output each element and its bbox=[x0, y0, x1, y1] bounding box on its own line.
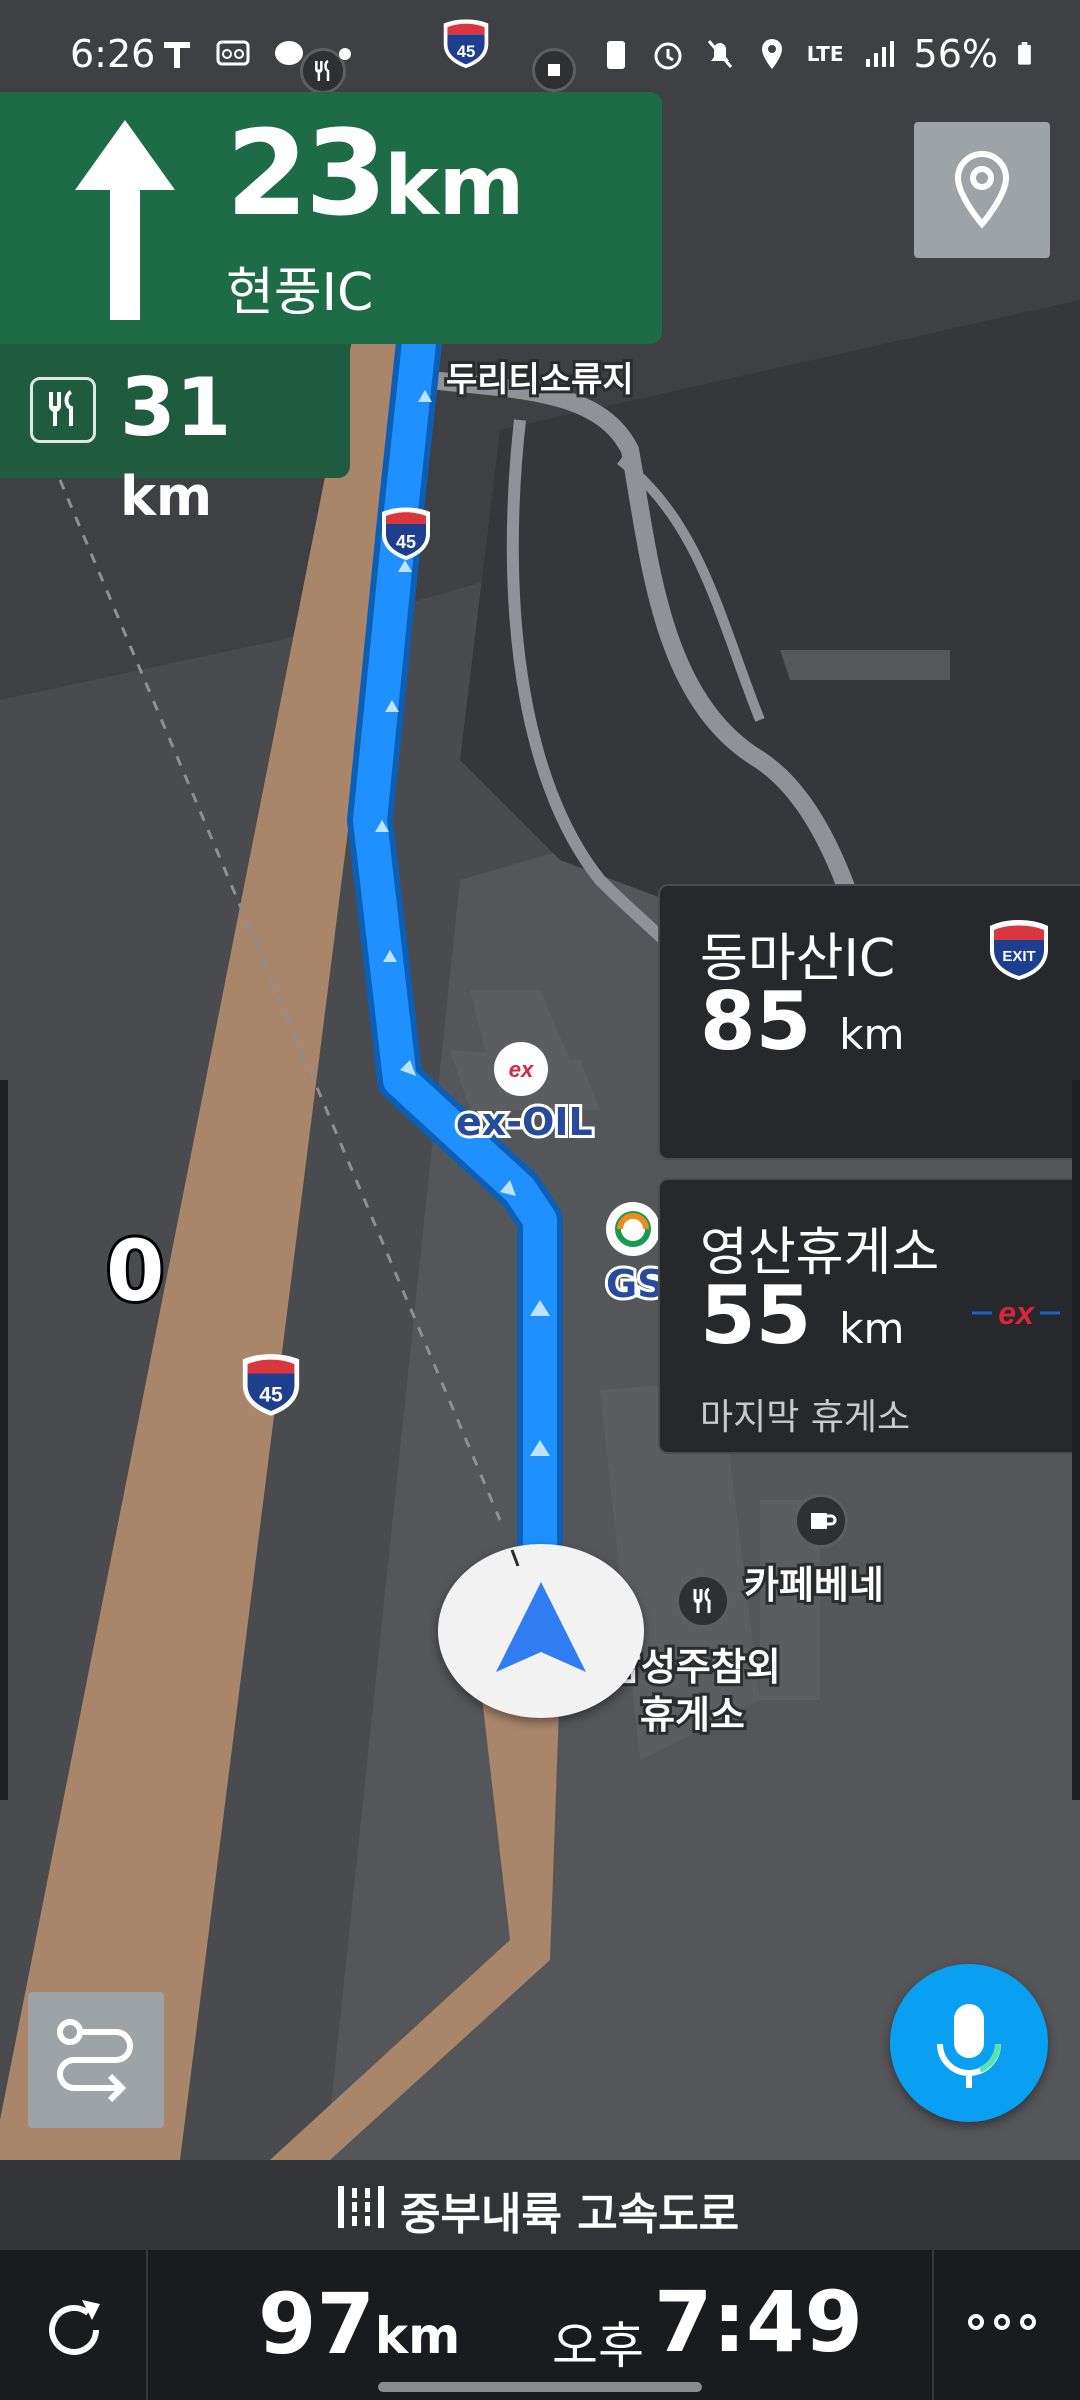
rest-stop-distance-unit: km bbox=[120, 465, 213, 528]
upcoming-rest-subtitle: 마지막 휴게소 bbox=[700, 1397, 911, 1438]
chat-bubble-icon bbox=[275, 41, 303, 65]
current-location-button[interactable] bbox=[914, 122, 1050, 258]
current-road-name: 중부내륙 고속도로 bbox=[400, 2189, 740, 2240]
ex-logo-icon: ex bbox=[972, 1296, 1060, 1330]
eta-prefix: 오후 bbox=[552, 2317, 644, 2375]
exit-badge-icon: EXIT bbox=[990, 920, 1048, 980]
right-edge-handle[interactable] bbox=[1072, 1080, 1080, 1800]
next-rest-stop-card[interactable]: 31 km bbox=[0, 344, 350, 524]
rest-stop-distance-value: 31 bbox=[120, 361, 232, 454]
svg-text:45: 45 bbox=[396, 532, 416, 552]
voicemail-icon bbox=[216, 40, 250, 66]
svg-text:ex: ex bbox=[998, 1296, 1035, 1330]
more-dot-icon bbox=[968, 2314, 984, 2330]
map-label-rest-area-top: 두리티소류지 bbox=[443, 357, 637, 403]
turn-guidance-card[interactable]: 23km 현풍IC bbox=[0, 92, 662, 344]
guidance-distance: 23km bbox=[226, 114, 524, 232]
map-label-rest-area-line2: 휴게소 bbox=[637, 1690, 748, 1740]
straight-arrow-icon bbox=[75, 120, 175, 320]
bottom-divider bbox=[146, 2250, 148, 2400]
route-options-button[interactable] bbox=[28, 1992, 164, 2128]
left-edge-handle[interactable] bbox=[0, 1080, 8, 1800]
route-icon bbox=[57, 2019, 133, 2103]
rest-stop-distance: 31 km bbox=[120, 368, 350, 528]
bottom-divider bbox=[932, 2250, 934, 2400]
signal-icon bbox=[865, 41, 894, 67]
highway-shield-icon: 45 bbox=[242, 1354, 300, 1416]
network-type: LTE bbox=[806, 42, 844, 66]
mute-icon bbox=[707, 40, 732, 68]
upcoming-rest-area-card[interactable]: 영산휴게소 55 km 마지막 휴게소 ex bbox=[658, 1178, 1080, 1454]
remaining-distance-value: 97 bbox=[258, 2275, 375, 2373]
battery-saver-icon bbox=[606, 41, 625, 69]
gs-poi-icon[interactable] bbox=[606, 1202, 660, 1256]
refresh-icon bbox=[49, 2300, 100, 2355]
highway-shield-icon: 45 bbox=[382, 507, 430, 560]
current-speed: 0 bbox=[103, 1219, 168, 1323]
svg-text:ex: ex bbox=[509, 1057, 534, 1082]
more-dot-icon bbox=[1020, 2314, 1036, 2330]
guidance-distance-value: 23 bbox=[226, 104, 387, 242]
svg-text:EXIT: EXIT bbox=[1002, 948, 1035, 965]
alarm-icon bbox=[654, 42, 682, 70]
navigation-arrow-icon bbox=[496, 1549, 586, 1672]
reroute-button[interactable] bbox=[34, 2290, 114, 2370]
svg-text:45: 45 bbox=[259, 1384, 283, 1407]
location-pin-icon bbox=[954, 150, 1010, 229]
upcoming-rest-distance: 55 km bbox=[700, 1276, 904, 1356]
ex-oil-poi-icon[interactable]: ex bbox=[494, 1042, 548, 1096]
upcoming-ic-distance-value: 85 bbox=[700, 975, 812, 1068]
status-right-icons: LTE 56% bbox=[599, 32, 1040, 76]
restaurant-icon bbox=[30, 377, 96, 443]
highway-road-icon bbox=[338, 2186, 384, 2228]
battery-percent: 56% bbox=[913, 32, 998, 76]
microphone-icon bbox=[937, 2004, 1001, 2088]
map-label-gs: GS bbox=[603, 1259, 668, 1309]
map-label-ex-oil: ex-OIL bbox=[453, 1097, 596, 1147]
trip-summary-bar: 97km 오후 7:49 bbox=[0, 2250, 1080, 2400]
status-time: 6:26 bbox=[70, 32, 156, 76]
upcoming-ic-distance-unit: km bbox=[839, 1010, 905, 1059]
cafe-poi-icon[interactable] bbox=[794, 1494, 848, 1548]
current-position-marker bbox=[438, 1544, 644, 1718]
guidance-distance-unit: km bbox=[384, 139, 525, 234]
home-indicator[interactable] bbox=[378, 2382, 702, 2392]
remaining-distance-unit: km bbox=[374, 2307, 461, 2365]
more-menu-button[interactable] bbox=[968, 2314, 1036, 2330]
t-carrier-icon bbox=[164, 42, 190, 68]
location-icon bbox=[761, 39, 782, 69]
restaurant-poi-icon[interactable] bbox=[676, 1574, 730, 1628]
upcoming-rest-distance-value: 55 bbox=[700, 1269, 812, 1362]
status-left-icons bbox=[160, 34, 362, 72]
battery-icon bbox=[1018, 42, 1031, 65]
upcoming-ic-distance: 85 km bbox=[700, 982, 904, 1062]
voice-search-button[interactable] bbox=[890, 1964, 1048, 2122]
eta-time: 7:49 bbox=[654, 2273, 863, 2371]
upcoming-ic-card[interactable]: 동마산IC 85 km EXIT bbox=[658, 884, 1080, 1160]
guidance-destination: 현풍IC bbox=[226, 263, 374, 323]
dot-icon bbox=[339, 48, 351, 60]
remaining-distance: 97km bbox=[258, 2282, 460, 2366]
map-label-cafe: 카페베네 bbox=[741, 1560, 887, 1610]
current-road-bar: 중부내륙 고속도로 bbox=[0, 2160, 1080, 2250]
upcoming-rest-distance-unit: km bbox=[839, 1304, 905, 1353]
more-dot-icon bbox=[994, 2314, 1010, 2330]
